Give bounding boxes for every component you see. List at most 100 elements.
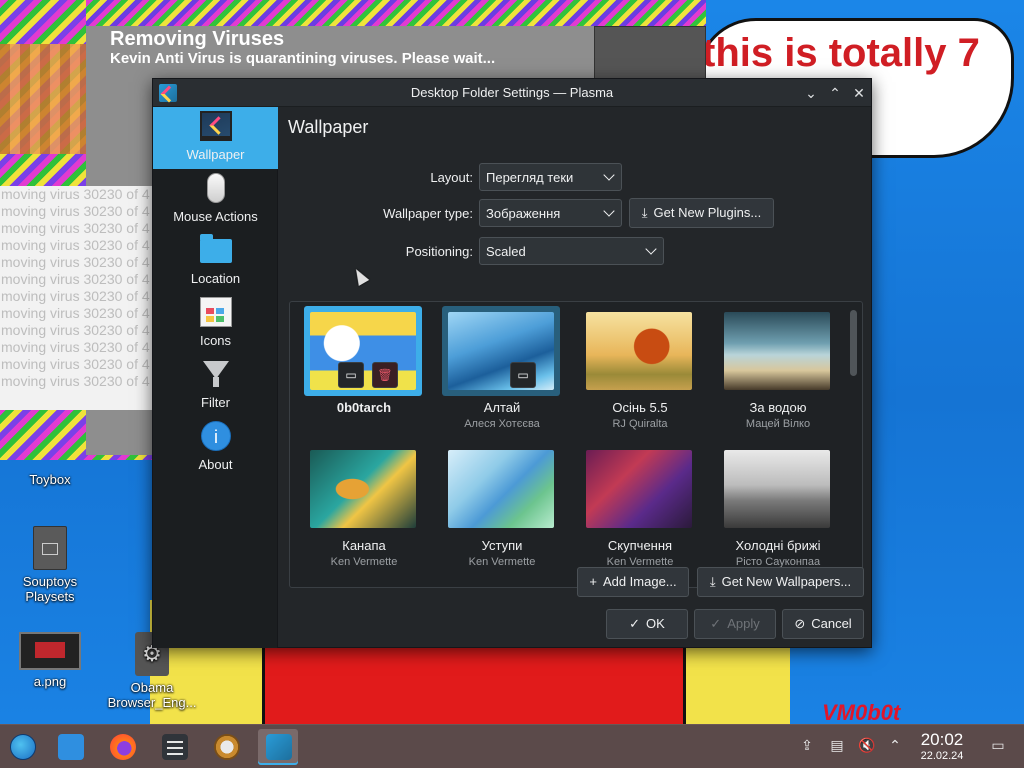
- add-image-button[interactable]: + Add Image...: [577, 567, 689, 597]
- wallpaper-item[interactable]: Осінь 5.5 RJ Quiralta: [576, 304, 704, 438]
- info-icon: i: [201, 421, 231, 451]
- category-sidebar: Wallpaper Mouse Actions Location Icons F…: [153, 107, 278, 648]
- folder-icon: [58, 734, 84, 760]
- desktop-icon-toybox[interactable]: Toybox: [4, 448, 96, 487]
- clock[interactable]: 20:02 22.02.24: [908, 730, 976, 763]
- wallpaper-thumbnail: [310, 450, 416, 528]
- virus-log-line: moving virus 30230 of 4: [1, 237, 150, 253]
- wallpaper-item[interactable]: Скупчення Ken Vermette: [576, 442, 704, 576]
- taskbar-compass-app[interactable]: [206, 729, 246, 765]
- wallpaper-thumbnail: [448, 450, 554, 528]
- wallpaper-item[interactable]: За водою Мацей Вілко: [714, 304, 842, 438]
- wallpaper-author: Ken Vermette: [330, 556, 398, 568]
- sidebar-item-wallpaper[interactable]: Wallpaper: [153, 107, 278, 169]
- get-new-wallpapers-button[interactable]: ⤓ Get New Wallpapers...: [697, 567, 864, 597]
- clock-time: 20:02: [920, 730, 964, 749]
- open-folder-button[interactable]: ▭: [338, 362, 364, 388]
- positioning-combo[interactable]: Scaled: [479, 237, 664, 265]
- sidebar-item-icons[interactable]: Icons: [153, 293, 278, 355]
- get-new-plugins-button[interactable]: ⤓ Get New Plugins...: [629, 198, 774, 228]
- update-icon[interactable]: ⇪: [798, 737, 816, 755]
- cancel-label: Cancel: [811, 616, 852, 631]
- start-menu-button[interactable]: [2, 729, 42, 765]
- wallpaper-author: Алеся Хотєєва: [464, 418, 540, 430]
- taskbar-plasma-settings[interactable]: [258, 729, 298, 765]
- dialog-title: Desktop Folder Settings — Plasma: [410, 85, 614, 100]
- virus-log-line: moving virus 30230 of 4: [1, 339, 150, 355]
- wallpaper-item[interactable]: Уступи Ken Vermette: [438, 442, 566, 576]
- page-title: Wallpaper: [288, 117, 369, 137]
- wallpaper-type-label: Wallpaper type:: [383, 206, 473, 221]
- icons-icon: [200, 297, 232, 327]
- desktop-folder-settings-dialog[interactable]: Desktop Folder Settings — Plasma ⌄ ⌃ ✕ W…: [152, 78, 872, 648]
- chevron-down-icon: ⌄: [805, 85, 817, 101]
- document-icon: [33, 526, 67, 570]
- watermark: VM0b0t: [822, 700, 901, 724]
- start-icon: [10, 734, 36, 760]
- wallpaper-name: Канапа: [342, 538, 386, 553]
- wallpaper-type-combo[interactable]: Зображення: [479, 199, 622, 227]
- wallpaper-name: Алтай: [483, 400, 521, 415]
- taskbar-system-settings[interactable]: [154, 729, 194, 765]
- filter-icon: [203, 361, 229, 387]
- glitch-artifact: [0, 44, 88, 154]
- wallpaper-thumbnail: [724, 450, 830, 528]
- close-icon: ✕: [853, 85, 865, 101]
- minimize-button[interactable]: ⌄: [801, 83, 821, 103]
- layout-combo-value: Перегляд теки: [486, 170, 574, 185]
- virus-window-subtitle: Kevin Anti Virus is quarantining viruses…: [110, 50, 496, 67]
- wallpaper-item[interactable]: ▭ Алтай Алеся Хотєєва: [438, 304, 566, 438]
- taskbar-file-manager[interactable]: [50, 729, 90, 765]
- close-button[interactable]: ✕: [849, 83, 869, 103]
- wallpaper-item[interactable]: Холодні брижі Рісто Сауконпаа: [714, 442, 842, 576]
- checkmark-icon: ✓: [629, 616, 641, 631]
- show-desktop-icon[interactable]: ▭: [988, 737, 1008, 755]
- sidebar-item-location[interactable]: Location: [153, 231, 278, 293]
- cancel-icon: ⊘: [794, 616, 806, 631]
- sidebar-item-label: Mouse Actions: [173, 209, 258, 224]
- wallpaper-icon: [200, 111, 232, 141]
- plasma-app-icon: [266, 734, 292, 760]
- ok-button[interactable]: ✓ OK: [606, 609, 688, 639]
- sidebar-item-label: Filter: [201, 395, 230, 410]
- apply-label: Apply: [727, 616, 760, 631]
- virus-log-line: moving virus 30230 of 4: [1, 203, 150, 219]
- add-image-label: Add Image...: [602, 574, 677, 589]
- ok-label: OK: [646, 616, 665, 631]
- virus-log-line: moving virus 30230 of 4: [1, 373, 150, 389]
- desktop-icon-label: Souptoys Playsets: [22, 574, 78, 604]
- sidebar-item-about[interactable]: i About: [153, 417, 278, 479]
- delete-button[interactable]: 🗑: [372, 362, 398, 388]
- scrollbar[interactable]: [850, 310, 857, 376]
- wallpaper-name: Уступи: [481, 538, 523, 553]
- virus-window-title: Removing Viruses: [110, 28, 285, 50]
- dialog-titlebar[interactable]: Desktop Folder Settings — Plasma ⌄ ⌃ ✕: [153, 79, 871, 107]
- open-folder-button[interactable]: ▭: [510, 362, 536, 388]
- apply-button[interactable]: ✓ Apply: [694, 609, 776, 639]
- desktop-icon-souptoys[interactable]: Souptoys Playsets: [4, 526, 96, 604]
- layout-combo[interactable]: Перегляд теки: [479, 163, 622, 191]
- wallpaper-grid[interactable]: ▭ 🗑 0b0tarch ▭ Алтай Алеся Хотєєва Осінь…: [289, 301, 863, 588]
- virus-log-line: moving virus 30230 of 4: [1, 254, 150, 270]
- sidebar-item-filter[interactable]: Filter: [153, 355, 278, 417]
- taskbar-firefox[interactable]: [102, 729, 142, 765]
- wallpaper-item[interactable]: ▭ 🗑 0b0tarch: [300, 304, 428, 438]
- volume-muted-icon[interactable]: 🔇: [858, 737, 876, 755]
- wallpaper-author: Ken Vermette: [468, 556, 536, 568]
- clipboard-icon[interactable]: ▤: [828, 737, 846, 755]
- wallpaper-thumbnail: [724, 312, 830, 390]
- sidebar-item-mouse-actions[interactable]: Mouse Actions: [153, 169, 278, 231]
- virus-log-line: moving virus 30230 of 4: [1, 220, 150, 236]
- positioning-label: Positioning:: [405, 244, 473, 259]
- chevron-down-icon: [645, 243, 657, 255]
- cancel-button[interactable]: ⊘ Cancel: [782, 609, 864, 639]
- desktop-icon-a-png[interactable]: a.png: [4, 632, 96, 689]
- folder-icon: ▭: [345, 368, 357, 382]
- wallpaper-item[interactable]: Канапа Ken Vermette: [300, 442, 428, 576]
- chevron-up-icon[interactable]: ⌃: [886, 737, 904, 755]
- trash-icon: 🗑: [377, 368, 393, 382]
- taskbar: ⇪ ▤ 🔇 ⌃ 20:02 22.02.24 ▭: [0, 724, 1024, 768]
- virus-log-line: moving virus 30230 of 4: [1, 186, 150, 202]
- maximize-button[interactable]: ⌃: [825, 83, 845, 103]
- download-icon: ⤓: [641, 205, 648, 220]
